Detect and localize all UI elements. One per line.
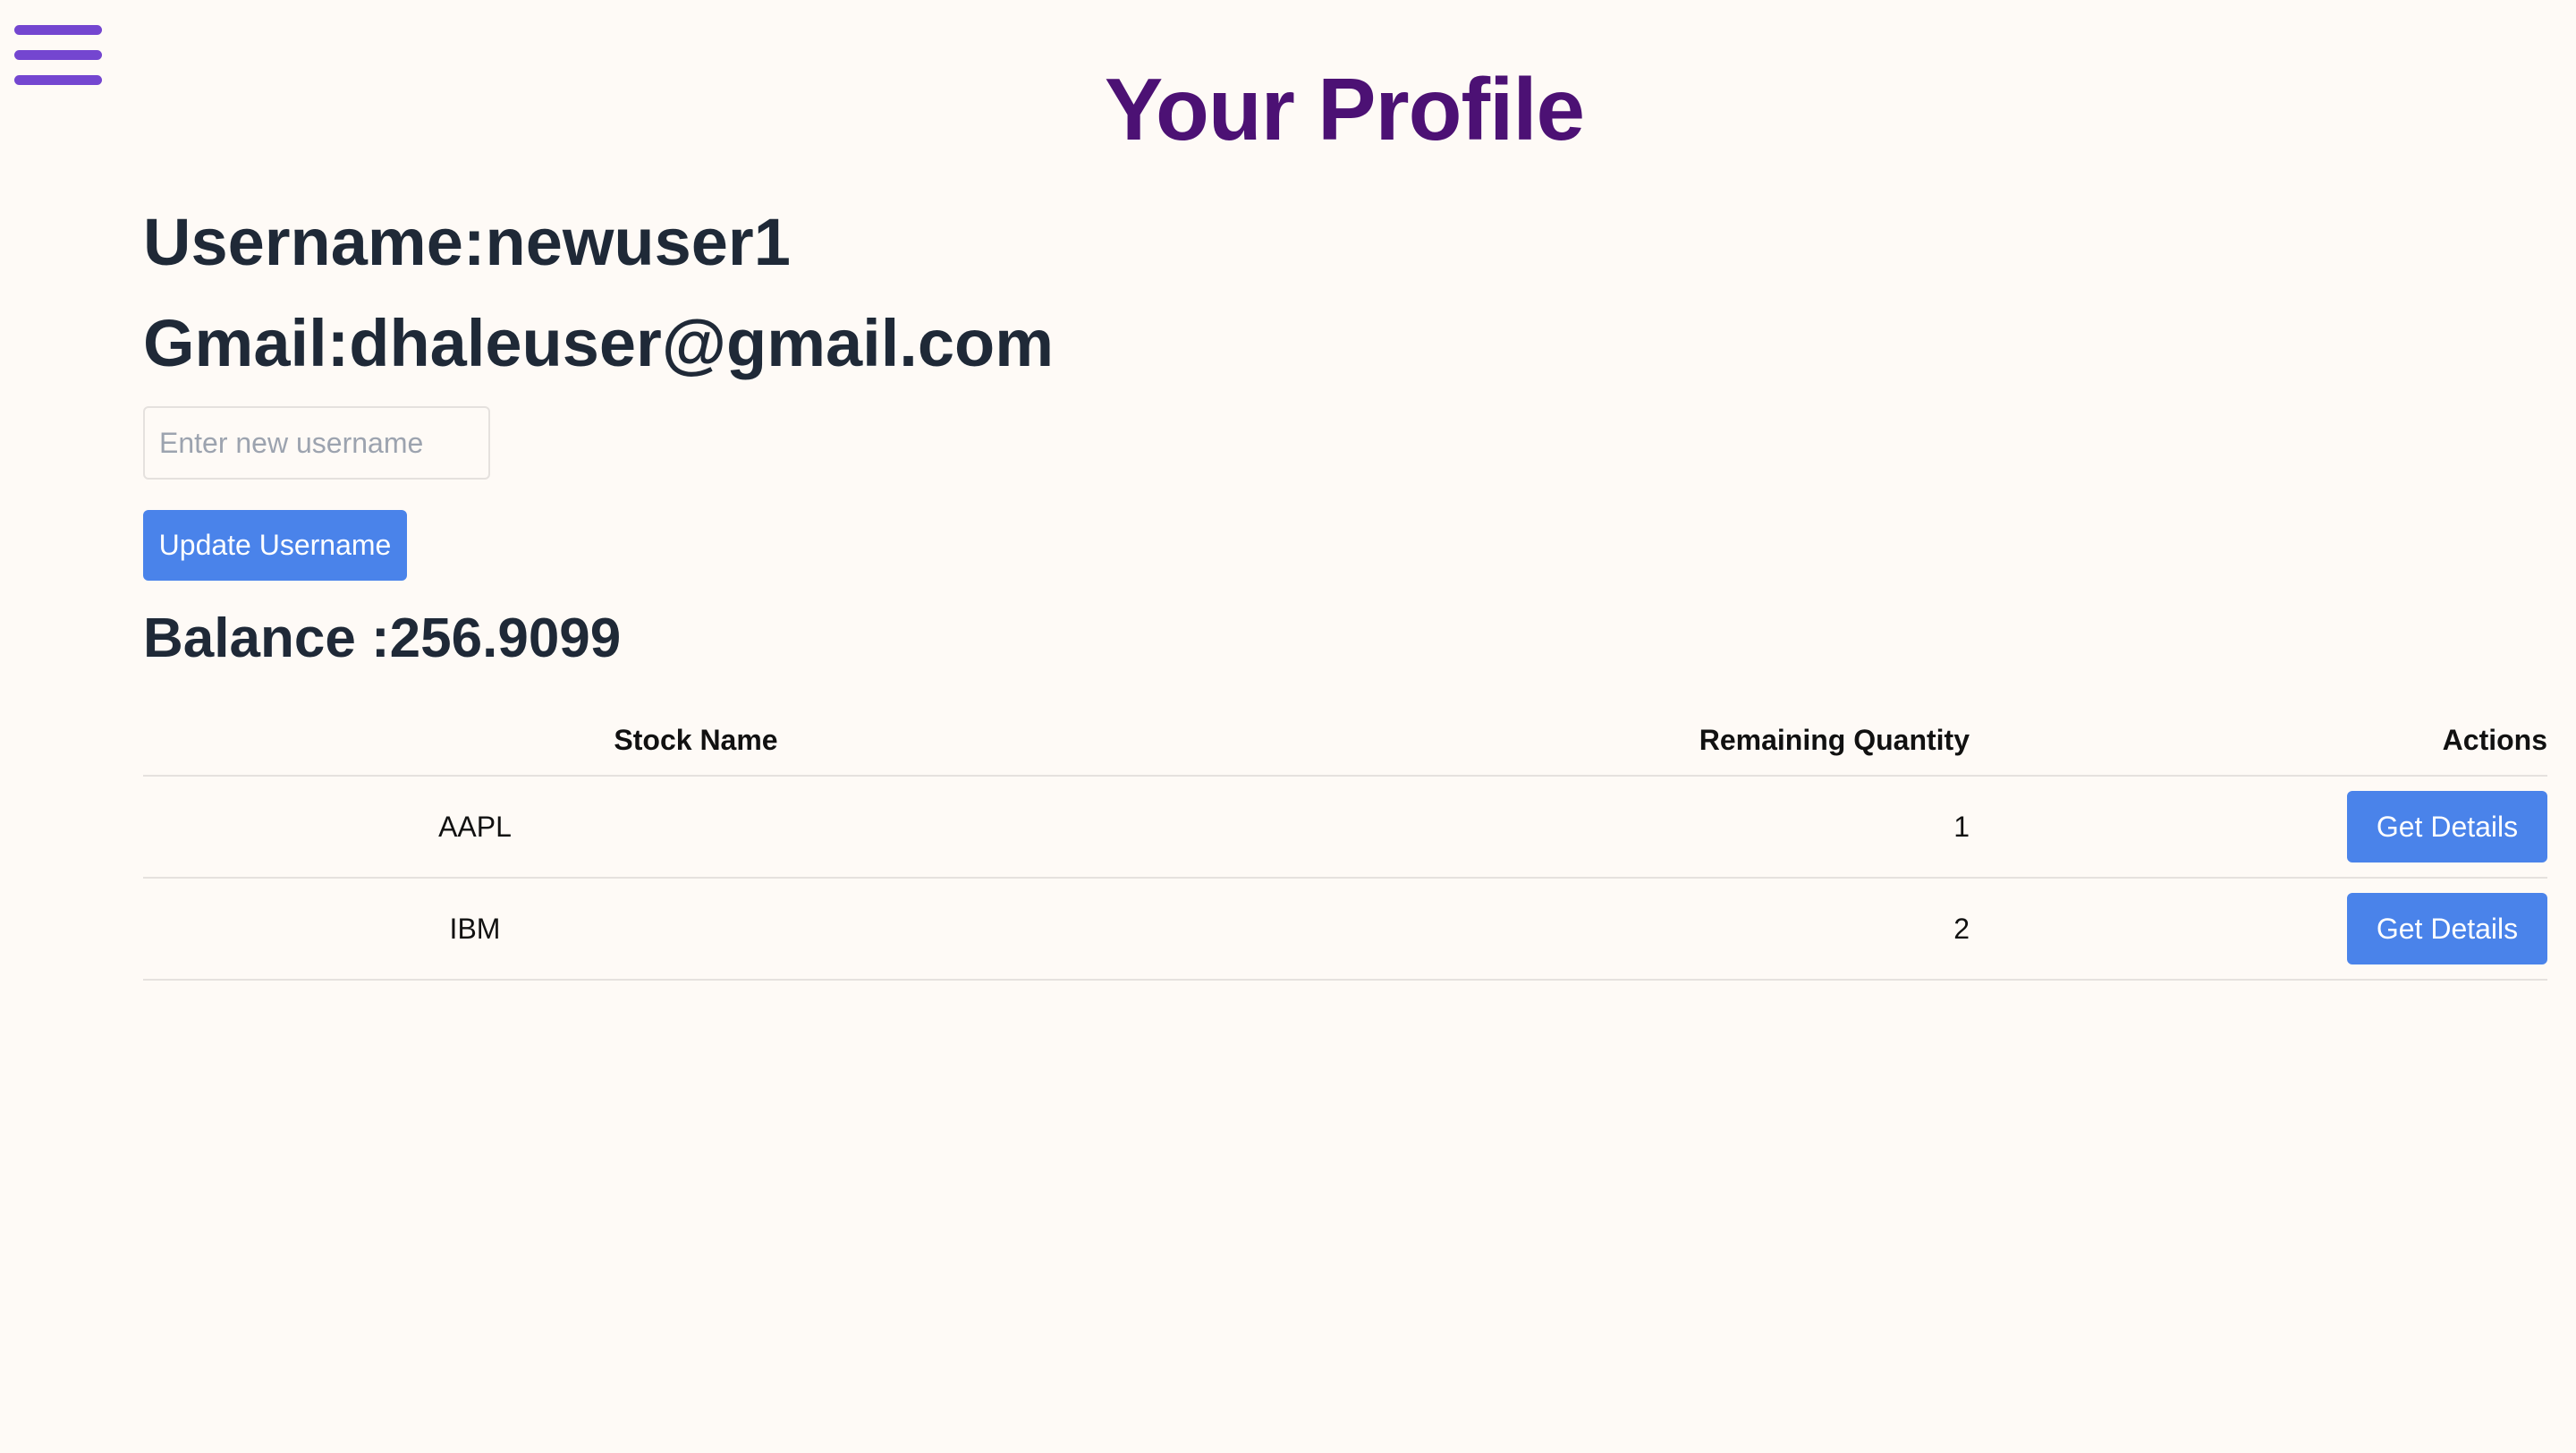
column-header-stock-name: Stock Name (143, 705, 1249, 777)
new-username-input[interactable] (143, 406, 490, 480)
username-display: Username:newuser1 (143, 205, 791, 279)
stock-name-cell: AAPL (143, 776, 1249, 879)
table-header-row: Stock Name Remaining Quantity Actions (143, 705, 2547, 777)
column-header-remaining-quantity: Remaining Quantity (1249, 705, 1970, 777)
stocks-table: Stock Name Remaining Quantity Actions AA… (143, 705, 2547, 981)
stock-name-cell: IBM (143, 878, 1249, 981)
column-header-actions: Actions (1970, 705, 2547, 777)
balance-display: Balance :256.9099 (143, 608, 622, 669)
actions-cell: Get Details (1970, 776, 2547, 879)
menu-bar-top (14, 25, 102, 35)
table-row: AAPL 1 Get Details (143, 776, 2547, 879)
gmail-display: Gmail:dhaleuser@gmail.com (143, 306, 1055, 380)
table-row: IBM 2 Get Details (143, 878, 2547, 981)
remaining-quantity-cell: 2 (1249, 878, 1970, 981)
remaining-quantity-cell: 1 (1249, 776, 1970, 879)
update-username-button[interactable]: Update Username (143, 510, 407, 581)
actions-cell: Get Details (1970, 878, 2547, 981)
page-title: Your Profile (1104, 60, 1585, 158)
get-details-button[interactable]: Get Details (2347, 791, 2547, 862)
get-details-button[interactable]: Get Details (2347, 893, 2547, 964)
